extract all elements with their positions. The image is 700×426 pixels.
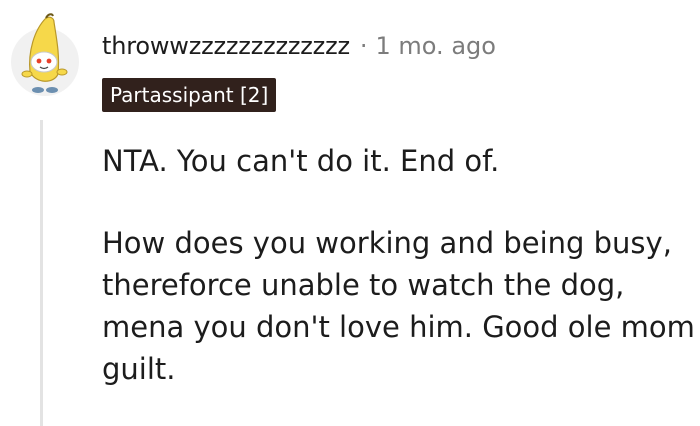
comment: throwwzzzzzzzzzzzzz · 1 mo. ago Partassi… (0, 0, 700, 426)
snoo-banana-avatar-icon[interactable] (10, 12, 80, 102)
timestamp-link[interactable]: 1 mo. ago (376, 32, 496, 60)
comment-paragraph: NTA. You can't do it. End of. (102, 144, 500, 178)
thread-collapse-line[interactable] (40, 120, 43, 426)
username-link[interactable]: throwwzzzzzzzzzzzzz (102, 32, 350, 60)
user-flair-badge: Partassipant [2] (102, 78, 277, 112)
comment-body: NTA. You can't do it. End of. How does y… (102, 140, 700, 390)
meta-separator: · (359, 32, 368, 60)
comment-paragraph: How does you working and being busy, the… (102, 226, 695, 386)
comment-meta: throwwzzzzzzzzzzzzz · 1 mo. ago (102, 26, 496, 66)
